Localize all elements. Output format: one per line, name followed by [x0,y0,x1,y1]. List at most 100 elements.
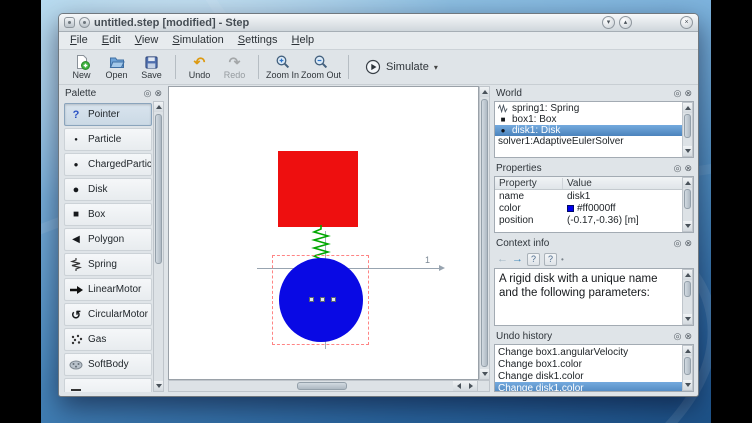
float-panel-icon[interactable]: ◎ [674,89,682,98]
float-panel-icon[interactable]: ◎ [144,89,152,98]
property-value[interactable]: #ff0000ff [577,203,616,214]
palette-item-spring[interactable]: Spring [64,253,152,276]
properties-scrollbar[interactable] [682,177,693,232]
palette-scrollbar[interactable] [153,101,164,392]
open-button[interactable]: Open [100,51,133,83]
scroll-left-button[interactable] [453,381,465,391]
scrollbar-thumb[interactable] [684,281,691,297]
undo-item-current[interactable]: Change disk1.color [495,382,682,392]
property-row-color[interactable]: color #ff0000ff [495,202,682,214]
scroll-down-button[interactable] [154,381,163,391]
scroll-up-button[interactable] [683,103,692,113]
close-panel-icon[interactable]: ⊗ [684,89,692,98]
close-button[interactable]: × [680,16,693,29]
scroll-down-button[interactable] [683,146,692,156]
box1-shape[interactable] [278,151,358,227]
scrollbar-thumb[interactable] [684,357,691,375]
world-item-spring1[interactable]: spring1: Spring [495,103,682,114]
scrollbar-thumb[interactable] [297,382,347,390]
scroll-up-button[interactable] [683,270,692,280]
back-button[interactable]: ← [497,254,508,265]
selection-handle[interactable] [320,297,325,302]
float-panel-icon[interactable]: ◎ [674,239,682,248]
zoom-out-button[interactable]: Zoom Out [301,51,341,83]
world-item-solver1[interactable]: solver1:AdaptiveEulerSolver [495,136,682,147]
save-button[interactable]: Save [135,51,168,83]
scroll-right-button[interactable] [465,381,477,391]
menu-settings[interactable]: Settings [231,33,285,48]
canvas-vertical-scrollbar[interactable] [479,86,490,380]
scrollbar-thumb[interactable] [155,114,162,264]
scroll-down-button[interactable] [683,221,692,231]
close-panel-icon[interactable]: ⊗ [684,164,692,173]
menu-help[interactable]: Help [285,33,322,48]
scroll-up-button[interactable] [154,102,163,112]
scrollbar-track[interactable] [683,188,692,221]
scroll-down-button[interactable] [683,314,692,324]
palette-item-particle[interactable]: ● Particle [64,128,152,151]
scrollbar-thumb[interactable] [481,99,488,367]
world-scrollbar[interactable] [682,102,693,157]
canvas-horizontal-scrollbar[interactable] [168,380,478,392]
palette-item-polygon[interactable]: ◀ Polygon [64,228,152,251]
new-button[interactable]: New [65,51,98,83]
menu-file[interactable]: File [63,33,95,48]
scroll-up-button[interactable] [683,346,692,356]
scroll-up-button[interactable] [480,87,489,97]
scrollbar-thumb[interactable] [684,189,691,209]
selection-handle[interactable] [309,297,314,302]
titlebar[interactable]: untitled.step [modified] - Step ▾ ▴ × [59,14,698,32]
world-item-box1[interactable]: ■ box1: Box [495,114,682,125]
palette-item-partial[interactable] [64,378,152,392]
context-scrollbar[interactable] [682,269,693,325]
scroll-down-button[interactable] [683,380,692,390]
undo-history-scrollbar[interactable] [682,345,693,391]
palette-item-disk[interactable]: ● Disk [64,178,152,201]
forward-button[interactable]: → [512,254,523,265]
help-button[interactable]: ? [527,253,540,266]
undo-item[interactable]: Change box1.angularVelocity [495,346,682,358]
scrollbar-track[interactable] [683,356,692,380]
properties-column-headers[interactable]: Property Value [495,177,682,190]
minimize-button[interactable]: ▾ [602,16,615,29]
close-panel-icon[interactable]: ⊗ [684,332,692,341]
scrollbar-track[interactable] [480,97,489,369]
undo-button[interactable]: ↶ Undo [183,51,216,83]
property-value[interactable]: (-0.17,-0.36) [m] [567,215,639,226]
undo-item[interactable]: Change disk1.color [495,370,682,382]
scrollbar-thumb[interactable] [684,114,691,138]
scroll-down-button[interactable] [480,369,489,379]
palette-item-soft-body[interactable]: SoftBody [64,353,152,376]
close-panel-icon[interactable]: ⊗ [684,239,692,248]
scrollbar-track[interactable] [683,113,692,146]
menu-view[interactable]: View [128,33,166,48]
palette-item-charged-particle[interactable]: ● ChargedPartic [64,153,152,176]
maximize-button[interactable]: ▴ [619,16,632,29]
property-row-position[interactable]: position (-0.17,-0.36) [m] [495,214,682,226]
scrollbar-track[interactable] [154,112,163,381]
world-item-disk1[interactable]: ● disk1: Disk [495,125,682,136]
scrollbar-track[interactable] [169,381,453,391]
whats-this-button[interactable]: ? [544,253,557,266]
scrollbar-track[interactable] [683,280,692,314]
zoom-in-button[interactable]: Zoom In [266,51,299,83]
simulate-button[interactable]: Simulate ▾ [356,54,447,80]
redo-button[interactable]: ↷ Redo [218,51,251,83]
palette-item-gas[interactable]: Gas [64,328,152,351]
simulation-canvas[interactable]: 1 [168,86,479,380]
palette-item-circular-motor[interactable]: ↺ CircularMotor [64,303,152,326]
property-row-name[interactable]: name disk1 [495,190,682,202]
palette-item-linear-motor[interactable]: LinearMotor [64,278,152,301]
palette-item-pointer[interactable]: ? Pointer [64,103,152,126]
menu-simulation[interactable]: Simulation [165,33,230,48]
close-panel-icon[interactable]: ⊗ [154,89,162,98]
menu-edit[interactable]: Edit [95,33,128,48]
property-value[interactable]: disk1 [567,191,590,202]
color-swatch[interactable] [567,205,574,212]
selection-handle[interactable] [331,297,336,302]
titlebar-config-icon[interactable] [79,17,90,28]
scroll-up-button[interactable] [683,178,692,188]
palette-item-box[interactable]: ■ Box [64,203,152,226]
undo-item[interactable]: Change box1.color [495,358,682,370]
float-panel-icon[interactable]: ◎ [674,332,682,341]
